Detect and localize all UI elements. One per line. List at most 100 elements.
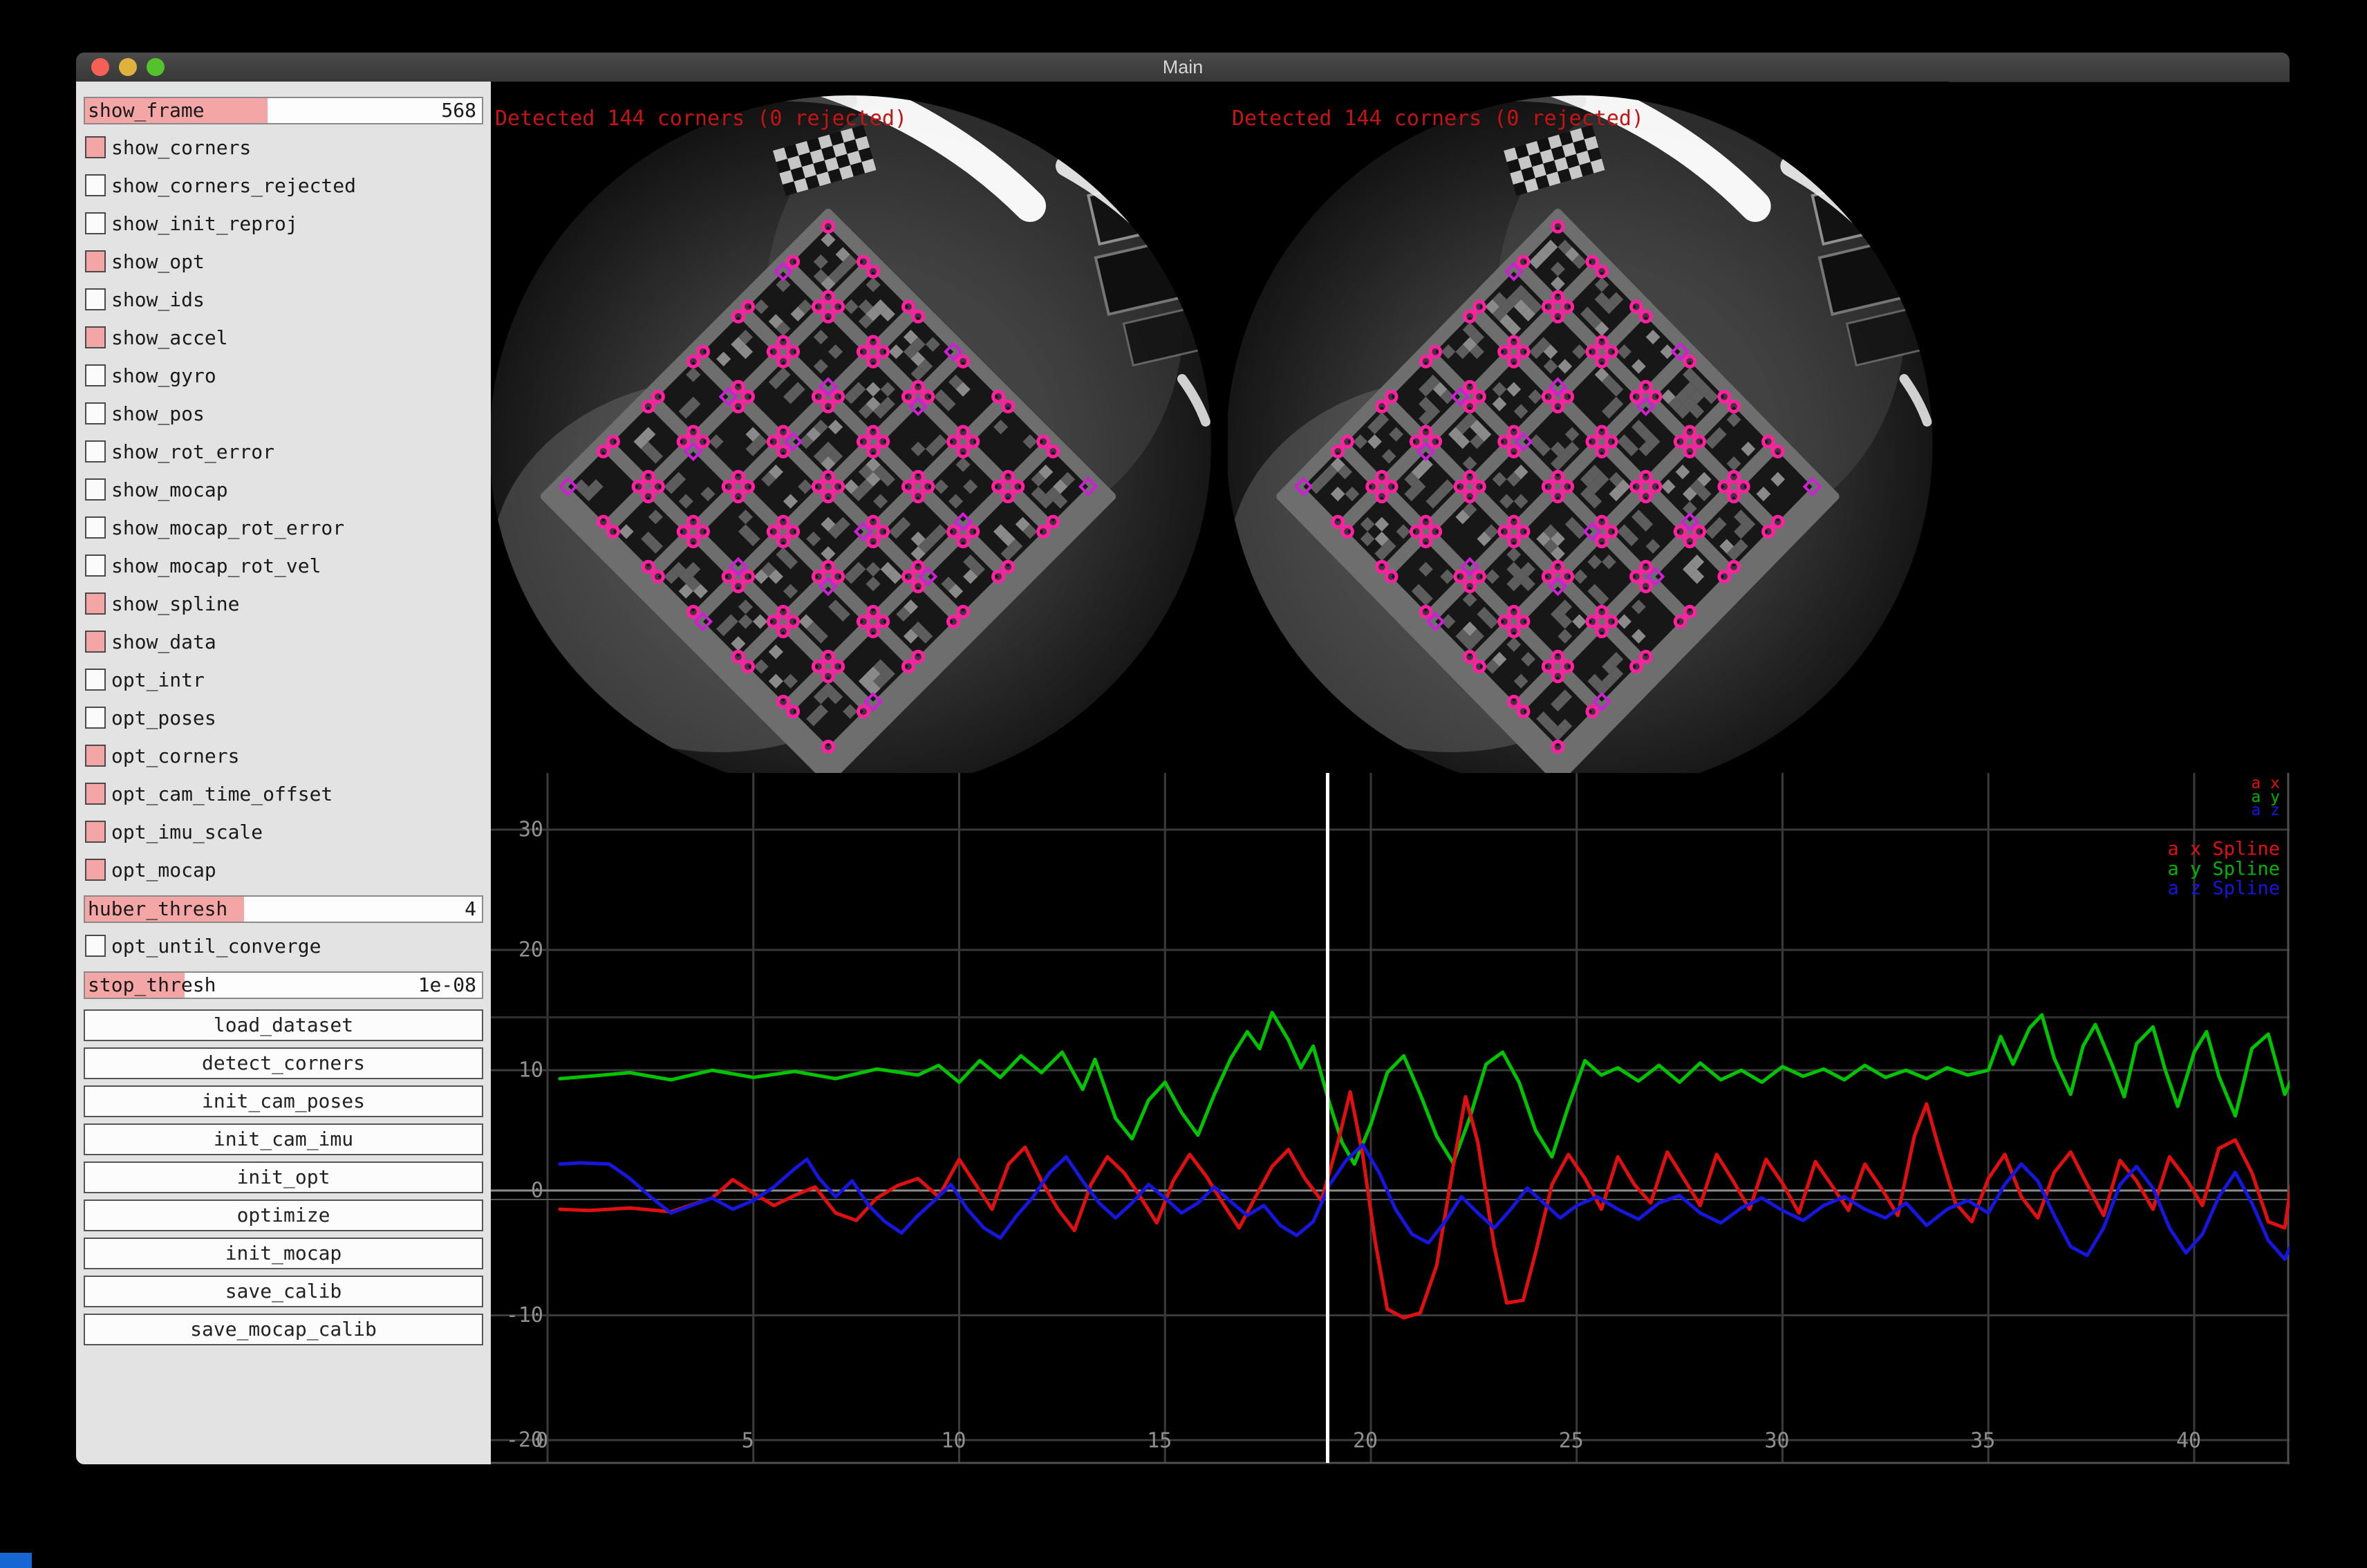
show_frame-slider[interactable]: show_frame568 bbox=[84, 97, 483, 124]
show_corners_rejected-label: show_corners_rejected bbox=[111, 173, 356, 199]
accel-plot-canvas[interactable]: 3020100-10-200510152025303540a xa ya za … bbox=[491, 773, 2290, 1464]
show_mocap_rot_error-checkbox[interactable] bbox=[85, 516, 106, 539]
detected-corners-text-right: Detected 144 corners (0 rejected) bbox=[1232, 106, 1644, 131]
init_cam_imu-button[interactable]: init_cam_imu bbox=[84, 1123, 483, 1155]
opt_poses-checkbox[interactable] bbox=[85, 707, 106, 729]
accel-plot[interactable]: 3020100-10-200510152025303540a xa ya za … bbox=[491, 773, 2290, 1464]
show_pos-label: show_pos bbox=[111, 401, 205, 427]
control-sidebar: show_frame568 show_corners show_corners_re… bbox=[76, 82, 491, 1464]
show_mocap_rot_vel-checkbox[interactable] bbox=[85, 554, 106, 577]
y-tick-label-30: 30 bbox=[518, 818, 543, 842]
show_mocap_rot_error-label: show_mocap_rot_error bbox=[111, 515, 344, 541]
x-tick-label-0: 0 bbox=[536, 1429, 548, 1453]
show_data-row: show_data bbox=[84, 629, 483, 657]
huber_thresh-slider[interactable]: huber_thresh 4 bbox=[84, 895, 483, 923]
opt_imu_scale-label: opt_imu_scale bbox=[111, 819, 263, 846]
opt_poses-label: opt_poses bbox=[111, 705, 216, 731]
show_rot_error-checkbox[interactable] bbox=[85, 440, 106, 463]
show_pos-row: show_pos bbox=[84, 401, 483, 429]
opt_intr-checkbox[interactable] bbox=[85, 669, 106, 691]
desktop-artifact bbox=[0, 1553, 32, 1568]
save_calib-button[interactable]: save_calib bbox=[84, 1276, 483, 1307]
opt_imu_scale-checkbox[interactable] bbox=[85, 821, 106, 843]
y-tick-label-10: 10 bbox=[518, 1058, 543, 1083]
show_mocap_rot_vel-row: show_mocap_rot_vel bbox=[84, 553, 483, 581]
show_init_reproj-checkbox[interactable] bbox=[85, 212, 106, 234]
opt_mocap-checkbox[interactable] bbox=[85, 859, 106, 881]
opt_corners-checkbox[interactable] bbox=[85, 745, 106, 767]
show_pos-checkbox[interactable] bbox=[85, 402, 106, 424]
show_mocap-row: show_mocap bbox=[84, 477, 483, 505]
x-tick-label-25: 25 bbox=[1559, 1429, 1584, 1453]
show_data-label: show_data bbox=[111, 629, 216, 655]
show_accel-row: show_accel bbox=[84, 325, 483, 353]
legend-a-z-Spline: a z Spline bbox=[2167, 878, 2280, 899]
opt_mocap-row: opt_mocap bbox=[84, 857, 483, 885]
show_corners-row: show_corners bbox=[84, 135, 483, 162]
show_ids-checkbox[interactable] bbox=[85, 288, 106, 310]
huber_thresh-label: huber_thresh bbox=[88, 897, 227, 922]
stop_thresh-label: stop_thresh bbox=[88, 973, 216, 998]
show_frame-label: show_frame bbox=[88, 98, 205, 123]
legend-a-y-Spline: a y Spline bbox=[2167, 859, 2280, 880]
show_opt-checkbox[interactable] bbox=[85, 250, 106, 272]
x-tick-label-40: 40 bbox=[2176, 1429, 2201, 1453]
show_mocap_rot_error-row: show_mocap_rot_error bbox=[84, 515, 483, 543]
opt_corners-label: opt_corners bbox=[111, 743, 239, 769]
show_data-checkbox[interactable] bbox=[85, 631, 106, 653]
title-bar[interactable]: Main bbox=[76, 53, 2290, 82]
main-window: Main show_frame568 show_corners show_corne… bbox=[76, 53, 2290, 1464]
show_spline-checkbox[interactable] bbox=[85, 592, 106, 615]
y-tick-label--10: -10 bbox=[506, 1303, 543, 1327]
init_opt-button[interactable]: init_opt bbox=[84, 1161, 483, 1193]
init_cam_poses-button[interactable]: init_cam_poses bbox=[84, 1085, 483, 1117]
camera-view-left[interactable]: Detected 144 corners (0 rejected) bbox=[491, 82, 1228, 773]
show_corners_rejected-row: show_corners_rejected bbox=[84, 173, 483, 200]
show_accel-label: show_accel bbox=[111, 325, 228, 351]
fisheye-image bbox=[491, 82, 1228, 773]
show_opt-label: show_opt bbox=[111, 249, 205, 275]
optimize-button[interactable]: optimize bbox=[84, 1200, 483, 1231]
opt_intr-row: opt_intr bbox=[84, 667, 483, 695]
opt_cam_time_offset-label: opt_cam_time_offset bbox=[111, 781, 333, 808]
init_mocap-button[interactable]: init_mocap bbox=[84, 1238, 483, 1269]
opt_until_converge-row: opt_until_converge bbox=[84, 933, 483, 961]
show_accel-checkbox[interactable] bbox=[85, 326, 106, 348]
opt_until_converge-checkbox[interactable] bbox=[85, 935, 106, 957]
show_gyro-checkbox[interactable] bbox=[85, 364, 106, 386]
opt_cam_time_offset-row: opt_cam_time_offset bbox=[84, 781, 483, 809]
opt_cam_time_offset-checkbox[interactable] bbox=[85, 783, 106, 805]
show_mocap-label: show_mocap bbox=[111, 477, 228, 503]
control-list: show_frame568 show_corners show_corners_re… bbox=[84, 97, 483, 999]
x-tick-label-30: 30 bbox=[1764, 1429, 1789, 1453]
x-tick-label-35: 35 bbox=[1970, 1429, 1995, 1453]
detect_corners-button[interactable]: detect_corners bbox=[84, 1047, 483, 1079]
show_corners_rejected-checkbox[interactable] bbox=[85, 174, 106, 196]
show_corners-label: show_corners bbox=[111, 135, 251, 161]
huber_thresh-value: 4 bbox=[465, 897, 476, 922]
load_dataset-button[interactable]: load_dataset bbox=[84, 1009, 483, 1041]
show_spline-row: show_spline bbox=[84, 591, 483, 619]
stop_thresh-slider[interactable]: stop_thresh 1e-08 bbox=[84, 971, 483, 999]
fisheye-image bbox=[1228, 82, 1949, 773]
show_rot_error-label: show_rot_error bbox=[111, 439, 274, 465]
show_ids-label: show_ids bbox=[111, 287, 205, 313]
show_spline-label: show_spline bbox=[111, 591, 239, 617]
show_opt-row: show_opt bbox=[84, 249, 483, 277]
stop_thresh-value: 1e-08 bbox=[418, 973, 476, 998]
save_mocap_calib-button[interactable]: save_mocap_calib bbox=[84, 1314, 483, 1345]
opt_poses-row: opt_poses bbox=[84, 705, 483, 733]
opt_corners-row: opt_corners bbox=[84, 743, 483, 771]
show_mocap-checkbox[interactable] bbox=[85, 478, 106, 501]
opt_imu_scale-row: opt_imu_scale bbox=[84, 819, 483, 847]
opt_mocap-label: opt_mocap bbox=[111, 857, 216, 884]
x-tick-label-20: 20 bbox=[1353, 1429, 1378, 1453]
show_corners-checkbox[interactable] bbox=[85, 136, 106, 158]
show_mocap_rot_vel-label: show_mocap_rot_vel bbox=[111, 553, 321, 579]
x-tick-label-5: 5 bbox=[742, 1429, 754, 1453]
opt_until_converge-label: opt_until_converge bbox=[111, 933, 321, 960]
camera-view-right[interactable]: Detected 144 corners (0 rejected) bbox=[1228, 82, 1949, 773]
show_init_reproj-row: show_init_reproj bbox=[84, 211, 483, 239]
action-button-list: load_dataset detect_corners init_cam_poses… bbox=[84, 1009, 483, 1345]
opt_intr-label: opt_intr bbox=[111, 667, 205, 693]
